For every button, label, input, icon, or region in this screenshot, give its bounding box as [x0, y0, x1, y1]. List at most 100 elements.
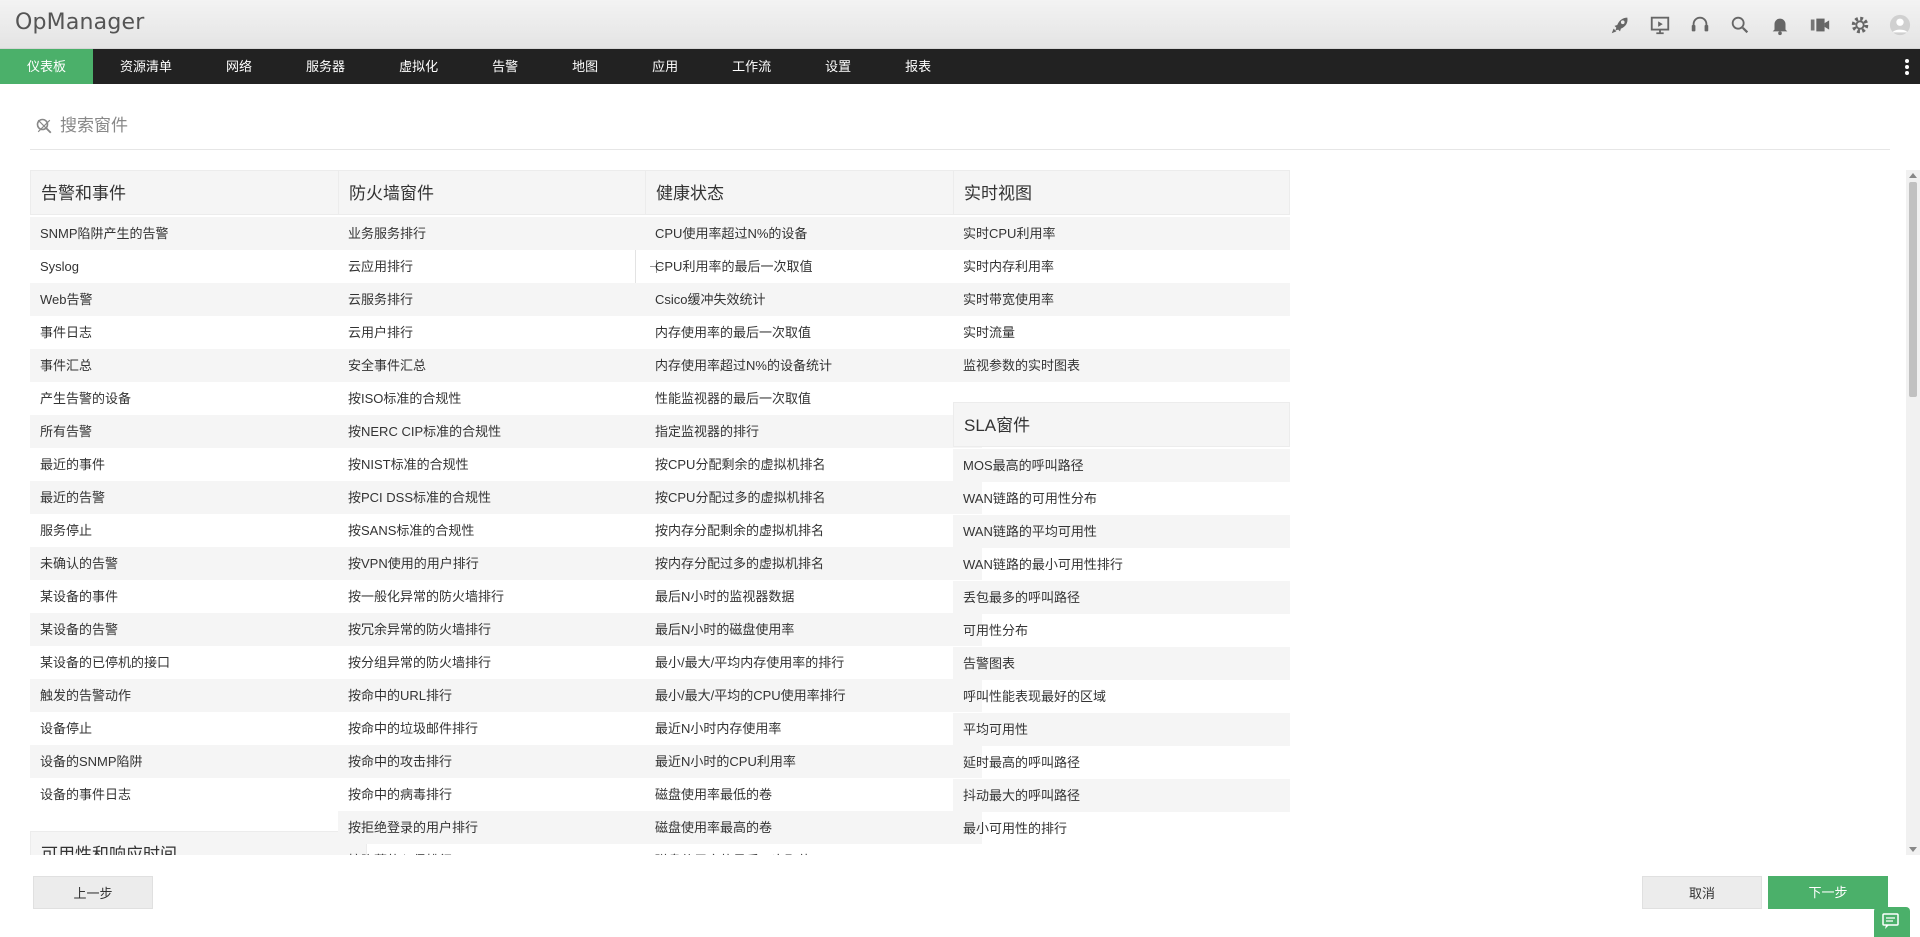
more-options-icon[interactable]: [1904, 57, 1910, 77]
nav-item-1[interactable]: 资源清单: [93, 49, 199, 84]
widget-list-item[interactable]: 实时流量: [953, 316, 1290, 349]
widget-list-item[interactable]: 最近N小时的CPU利用率: [645, 745, 982, 778]
widget-list-item[interactable]: 告警图表: [953, 647, 1290, 680]
widget-list-item[interactable]: Syslog: [30, 250, 367, 283]
widget-list-item[interactable]: 实时内存利用率: [953, 250, 1290, 283]
widget-list-item[interactable]: 最小/最大/平均的CPU使用率排行: [645, 679, 982, 712]
widget-list-item[interactable]: 服务停止: [30, 514, 367, 547]
widget-list-item[interactable]: 抖动最大的呼叫路径: [953, 779, 1290, 812]
nav-item-0[interactable]: 仪表板: [0, 49, 94, 84]
widget-list-item[interactable]: 最小可用性的排行: [953, 812, 1290, 845]
widget-list-item[interactable]: 某设备的事件: [30, 580, 367, 613]
widget-list-item[interactable]: 呼叫性能表现最好的区域: [953, 680, 1290, 713]
widget-list-item[interactable]: 磁盘使用率最低的卷: [645, 778, 982, 811]
widget-list-item[interactable]: 最小/最大/平均内存使用率的排行: [645, 646, 982, 679]
widget-list-item[interactable]: 按内存分配剩余的虚拟机排名: [645, 514, 982, 547]
widget-list-item[interactable]: 最近N小时内存使用率: [645, 712, 982, 745]
widget-list-item[interactable]: WAN链路的最小可用性排行: [953, 548, 1290, 581]
widget-list-item[interactable]: CPU利用率的最后一次取值: [645, 250, 982, 283]
widget-list-item[interactable]: 指定监视器的排行: [645, 415, 982, 448]
widget-list-item[interactable]: 内存使用率超过N%的设备统计: [645, 349, 982, 382]
widget-list-item[interactable]: 最后N小时的磁盘使用率: [645, 613, 982, 646]
widget-list-item[interactable]: 某设备的已停机的接口: [30, 646, 367, 679]
widget-list-item[interactable]: 设备的SNMP陷阱: [30, 745, 367, 778]
search-icon[interactable]: [1720, 0, 1760, 49]
widget-list-item[interactable]: 事件汇总: [30, 349, 367, 382]
bell-icon[interactable]: [1760, 0, 1800, 49]
widget-list-item[interactable]: 云服务排行: [338, 283, 675, 316]
widget-list-item[interactable]: 设备的事件日志: [30, 778, 367, 811]
widget-list-item[interactable]: WAN链路的平均可用性: [953, 515, 1290, 548]
scroll-down-icon[interactable]: [1909, 847, 1917, 852]
widget-list-item[interactable]: 性能监视器的最后一次取值: [645, 382, 982, 415]
widget-list-item[interactable]: SNMP陷阱产生的告警: [30, 217, 367, 250]
widget-list-item[interactable]: 按SANS标准的合规性: [338, 514, 675, 547]
user-avatar-icon[interactable]: [1880, 0, 1920, 49]
widget-list-item[interactable]: 按NERC CIP标准的合规性: [338, 415, 675, 448]
widget-list-item[interactable]: 按命中的URL排行: [338, 679, 675, 712]
nav-item-9[interactable]: 设置: [798, 49, 878, 84]
widget-list-item[interactable]: 按命中的攻击排行: [338, 745, 675, 778]
widget-list-item[interactable]: 延时最高的呼叫路径: [953, 746, 1290, 779]
widget-list-item[interactable]: 云应用排行: [338, 250, 675, 283]
app-logo[interactable]: OpManager: [15, 10, 145, 35]
widget-list-item[interactable]: 监视参数的实时图表: [953, 349, 1290, 382]
presentation-icon[interactable]: [1640, 0, 1680, 49]
previous-step-button[interactable]: 上一步: [33, 876, 153, 909]
cancel-button[interactable]: 取消: [1642, 876, 1762, 909]
widget-list-item[interactable]: Csico缓冲失效统计: [645, 283, 982, 316]
widget-list-item[interactable]: 按一般化异常的防火墙排行: [338, 580, 675, 613]
widget-list-item[interactable]: 业务服务排行: [338, 217, 675, 250]
widget-list-item[interactable]: 产生告警的设备: [30, 382, 367, 415]
widget-list-item[interactable]: 按内存分配过多的虚拟机排名: [645, 547, 982, 580]
widget-list-item[interactable]: 按NIST标准的合规性: [338, 448, 675, 481]
widget-list-item[interactable]: 内存使用率的最后一次取值: [645, 316, 982, 349]
widget-list-item[interactable]: 最近的事件: [30, 448, 367, 481]
widget-list-item[interactable]: 未确认的告警: [30, 547, 367, 580]
widget-list-item[interactable]: Web告警: [30, 283, 367, 316]
gear-icon[interactable]: [1840, 0, 1880, 49]
widget-list-item[interactable]: 事件日志: [30, 316, 367, 349]
widget-list-item[interactable]: 丢包最多的呼叫路径: [953, 581, 1290, 614]
widget-list-item[interactable]: 按隐藏的入侵排行: [338, 844, 675, 855]
nav-item-2[interactable]: 网络: [199, 49, 279, 84]
nav-item-5[interactable]: 告警: [465, 49, 545, 84]
widget-list-item[interactable]: 按VPN使用的用户排行: [338, 547, 675, 580]
widget-list-item[interactable]: 磁盘使用率最高的卷: [645, 811, 982, 844]
next-step-button[interactable]: 下一步: [1768, 876, 1888, 909]
widget-list-item[interactable]: WAN链路的可用性分布: [953, 482, 1290, 515]
widget-list-item[interactable]: 实时带宽使用率: [953, 283, 1290, 316]
widget-list-item[interactable]: 按拒绝登录的用户排行: [338, 811, 675, 844]
widget-list-item[interactable]: 所有告警: [30, 415, 367, 448]
scrollbar-thumb[interactable]: [1909, 182, 1917, 397]
scroll-up-icon[interactable]: [1909, 173, 1917, 178]
widget-list-item[interactable]: 按ISO标准的合规性: [338, 382, 675, 415]
widget-list-item[interactable]: 最后N小时的监视器数据: [645, 580, 982, 613]
widget-list-item[interactable]: 云用户排行: [338, 316, 675, 349]
rocket-icon[interactable]: [1600, 0, 1640, 49]
widget-list-item[interactable]: CPU使用率超过N%的设备: [645, 217, 982, 250]
widget-list-item[interactable]: 按命中的垃圾邮件排行: [338, 712, 675, 745]
nav-item-10[interactable]: 报表: [878, 49, 958, 84]
widget-list-item[interactable]: 按命中的病毒排行: [338, 778, 675, 811]
close-icon[interactable]: [36, 118, 52, 134]
widget-list-item[interactable]: 触发的告警动作: [30, 679, 367, 712]
scrollbar[interactable]: [1906, 170, 1920, 855]
widget-list-item[interactable]: 磁盘使用率的最后一次取值: [645, 844, 982, 855]
nav-item-3[interactable]: 服务器: [279, 49, 372, 84]
widget-list-item[interactable]: 按分组异常的防火墙排行: [338, 646, 675, 679]
widget-list-item[interactable]: 设备停止: [30, 712, 367, 745]
nav-item-7[interactable]: 应用: [625, 49, 705, 84]
widget-list-item[interactable]: 按冗余异常的防火墙排行: [338, 613, 675, 646]
widget-list-item[interactable]: 安全事件汇总: [338, 349, 675, 382]
widget-list-item[interactable]: 按CPU分配剩余的虚拟机排名: [645, 448, 982, 481]
widget-search-input[interactable]: [60, 113, 1760, 139]
widget-list-item[interactable]: MOS最高的呼叫路径: [953, 449, 1290, 482]
widget-list-item[interactable]: 最近的告警: [30, 481, 367, 514]
nav-item-4[interactable]: 虚拟化: [372, 49, 465, 84]
chat-icon[interactable]: [1874, 907, 1910, 937]
nav-item-6[interactable]: 地图: [545, 49, 625, 84]
widget-list-item[interactable]: 实时CPU利用率: [953, 217, 1290, 250]
video-icon[interactable]: [1800, 0, 1840, 49]
nav-item-8[interactable]: 工作流: [705, 49, 798, 84]
